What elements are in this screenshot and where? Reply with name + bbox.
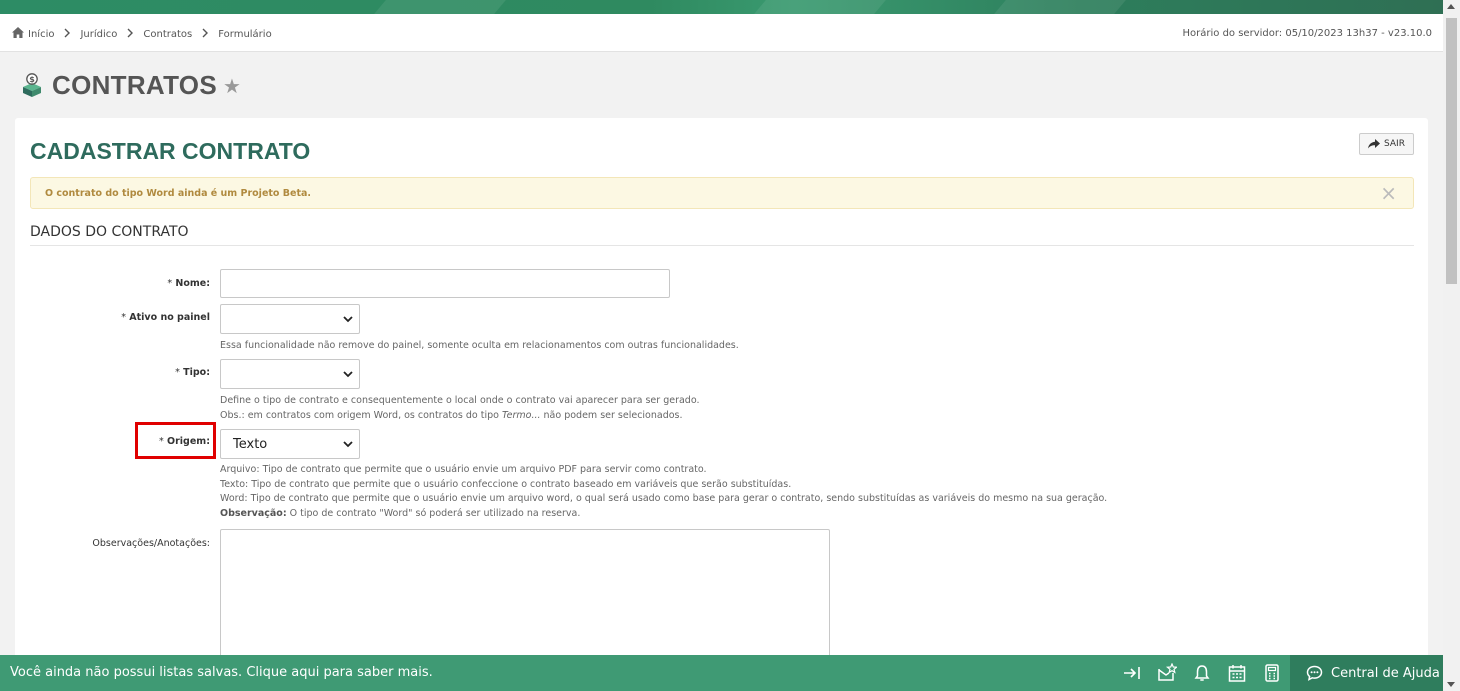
breadcrumb-item-juridico[interactable]: Jurídico — [80, 29, 117, 40]
top-brand-bar — [0, 0, 1443, 14]
footer-bar: Você ainda não possui listas salvas. Cli… — [0, 655, 1443, 691]
ativo-label: * Ativo no painel — [121, 312, 210, 323]
chevron-right-icon — [64, 28, 71, 41]
star-icon[interactable]: ★ — [223, 76, 241, 96]
nome-input[interactable] — [220, 269, 670, 298]
calculator-icon[interactable] — [1262, 663, 1282, 683]
origem-help: Arquivo: Tipo de contrato que permite qu… — [220, 464, 1108, 519]
tipo-select[interactable] — [220, 359, 360, 389]
page-title: CONTRATOS — [52, 70, 217, 100]
chat-icon — [1306, 665, 1323, 681]
section-divider — [30, 245, 1414, 246]
saved-lists-message[interactable]: Você ainda não possui listas salvas. Cli… — [10, 665, 433, 680]
share-arrow-icon — [1368, 139, 1381, 149]
chevron-down-icon — [343, 371, 353, 378]
tipo-help: Define o tipo de contrato e consequentem… — [220, 395, 700, 421]
scroll-up-icon[interactable] — [1447, 4, 1455, 9]
breadcrumb-item-formulario: Formulário — [218, 28, 272, 40]
page-title-row: $ CONTRATOS ★ — [20, 70, 241, 101]
bell-icon[interactable] — [1192, 663, 1212, 683]
ativo-select[interactable] — [220, 304, 360, 334]
breadcrumb: Início Jurídico Contratos Formulário — [12, 27, 272, 41]
ativo-help: Essa funcionalidade não remove do painel… — [220, 340, 739, 351]
help-center-label: Central de Ajuda — [1331, 665, 1440, 681]
collapse-right-icon[interactable] — [1122, 663, 1142, 683]
help-center-button[interactable]: Central de Ajuda — [1290, 655, 1443, 691]
origem-label: * Origem: — [158, 436, 210, 447]
exit-button-label: SAIR — [1384, 139, 1405, 149]
tipo-label: * Tipo: — [175, 367, 210, 378]
card-title: CADASTRAR CONTRATO — [30, 138, 311, 164]
alert-text: O contrato do tipo Word ainda é um Proje… — [45, 188, 312, 199]
breadcrumb-item-contratos[interactable]: Contratos — [143, 29, 192, 40]
envelope-star-icon[interactable] — [1157, 663, 1177, 683]
money-box-icon: $ — [20, 72, 44, 100]
scrollbar-thumb[interactable] — [1446, 18, 1457, 284]
observacoes-textarea[interactable] — [220, 529, 830, 669]
server-time: Horário do servidor: 05/10/2023 13h37 - … — [1182, 28, 1432, 39]
calendar-icon[interactable] — [1227, 663, 1247, 683]
observacoes-label: Observações/Anotações: — [92, 538, 210, 549]
chevron-right-icon — [202, 28, 209, 41]
section-title: DADOS DO CONTRATO — [30, 224, 189, 240]
nome-label: * Nome: — [167, 278, 210, 289]
svg-text:$: $ — [29, 75, 35, 84]
page-scrollbar[interactable] — [1443, 0, 1460, 691]
contract-form-card: CADASTRAR CONTRATO SAIR O contrato do ti… — [15, 118, 1428, 678]
exit-button[interactable]: SAIR — [1359, 133, 1414, 155]
beta-alert: O contrato do tipo Word ainda é um Proje… — [30, 177, 1414, 209]
chevron-down-icon — [343, 316, 353, 323]
home-icon[interactable] — [12, 27, 24, 41]
chevron-right-icon — [127, 28, 134, 41]
scroll-down-icon[interactable] — [1447, 682, 1455, 687]
origem-select-value: Texto — [233, 436, 268, 452]
origem-select[interactable]: Texto — [220, 429, 360, 459]
header: Início Jurídico Contratos Formulário Hor… — [0, 14, 1443, 52]
chevron-down-icon — [343, 441, 353, 448]
close-icon[interactable]: × — [1380, 183, 1397, 203]
breadcrumb-item-inicio[interactable]: Início — [28, 29, 54, 40]
